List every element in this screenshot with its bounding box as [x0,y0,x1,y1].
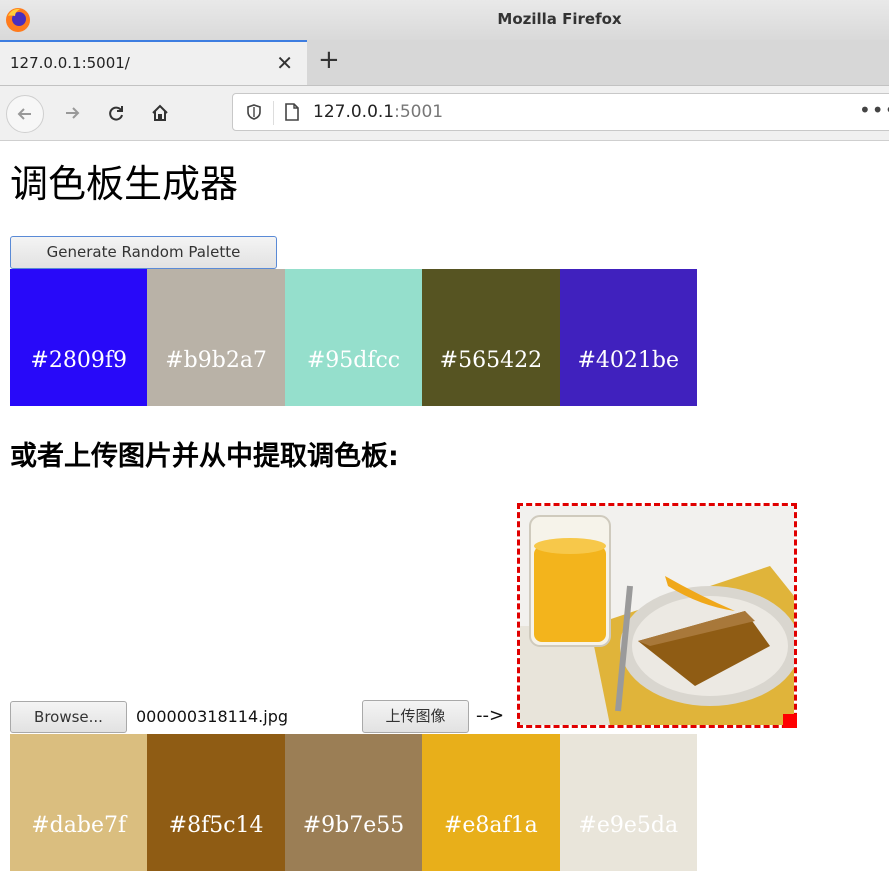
color-swatch: #2809f9 [10,269,148,406]
reload-icon [109,106,123,121]
forward-button[interactable] [54,95,90,131]
color-swatch: #4021be [559,269,697,406]
food-photo [520,506,794,725]
home-icon [152,104,168,121]
swatch-label: #e8af1a [443,813,538,838]
url-text[interactable]: 127.0.0.1:5001 [313,102,443,122]
color-swatch: #b9b2a7 [147,269,285,406]
browser-tab[interactable]: 127.0.0.1:5001/ ✕ [0,40,307,85]
swatch-label: #dabe7f [31,813,127,838]
swatch-label: #2809f9 [30,348,127,373]
swatch-label: #9b7e55 [302,813,405,838]
page-icon[interactable] [283,102,301,122]
generate-palette-button[interactable]: Generate Random Palette [10,236,277,269]
color-swatch: #95dfcc [284,269,423,406]
color-swatch: #8f5c14 [147,734,285,871]
window-titlebar: Mozilla Firefox [0,0,889,40]
page-content: 调色板生成器 Generate Random Palette #2809f9 #… [0,141,889,896]
generated-palette: #2809f9 #b9b2a7 #95dfcc #565422 #4021be [10,269,697,406]
back-button[interactable] [6,95,44,133]
page-title: 调色板生成器 [10,162,239,206]
url-bar[interactable]: 127.0.0.1:5001 ••• [232,93,889,131]
color-swatch: #dabe7f [10,734,148,871]
tab-strip: 127.0.0.1:5001/ ✕ + [0,40,889,86]
page-actions-button[interactable]: ••• [859,98,889,122]
swatch-label: #b9b2a7 [165,348,267,373]
reload-button[interactable] [98,95,134,131]
new-tab-button[interactable]: + [318,45,340,75]
url-separator [273,101,274,125]
color-swatch: #565422 [422,269,560,406]
arrow-left-icon [17,108,31,120]
window-title: Mozilla Firefox [497,10,622,28]
navigation-toolbar: 127.0.0.1:5001 ••• [0,86,889,141]
color-swatch: #e8af1a [422,734,560,871]
swatch-label: #565422 [439,348,543,373]
swatch-label: #4021be [577,348,680,373]
shield-icon[interactable] [245,103,263,121]
color-swatch: #e9e5da [559,734,697,871]
resize-handle[interactable] [783,714,797,728]
tab-title: 127.0.0.1:5001/ [10,54,130,72]
extracted-palette: #dabe7f #8f5c14 #9b7e55 #e8af1a #e9e5da [10,734,697,871]
url-host: 127.0.0.1 [313,102,395,122]
swatch-label: #8f5c14 [168,813,264,838]
arrow-text: --> [476,705,505,726]
arrow-right-icon [66,107,80,119]
selected-file-name: 000000318114.jpg [136,707,288,726]
uploaded-image-preview[interactable] [517,503,797,728]
color-swatch: #9b7e55 [284,734,423,871]
swatch-label: #95dfcc [306,348,401,373]
upload-heading: 或者上传图片并从中提取调色板: [10,441,399,472]
home-button[interactable] [142,95,178,131]
swatch-label: #e9e5da [578,813,679,838]
upload-image-button[interactable]: 上传图像 [362,700,469,733]
url-port: :5001 [394,102,444,122]
browse-button[interactable]: Browse... [10,701,127,733]
tab-close-icon[interactable]: ✕ [276,51,293,75]
